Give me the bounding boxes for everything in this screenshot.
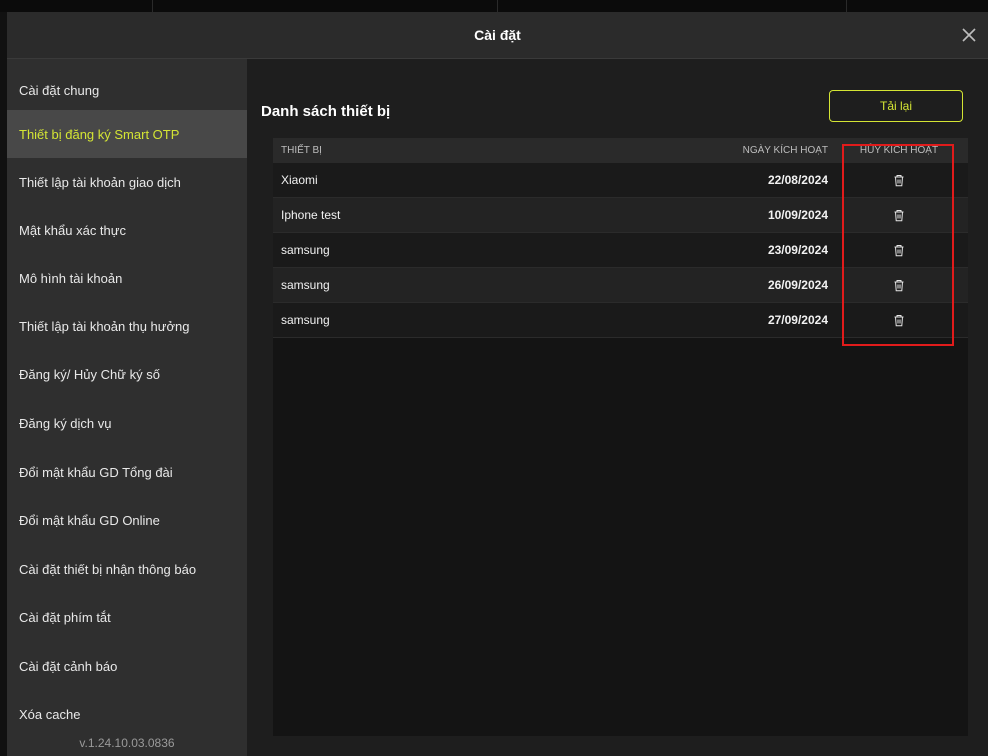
column-header-activation-date: NGÀY KÍCH HOẠT <box>742 145 828 156</box>
column-header-device: THIẾT BỊ <box>281 145 322 156</box>
device-name: samsung <box>281 243 330 257</box>
sidebar-item-digital-signature[interactable]: Đăng ký/ Hủy Chữ ký số <box>7 350 247 398</box>
table-row: samsung 27/09/2024 <box>273 303 968 338</box>
sidebar-item-label: Cài đặt cảnh báo <box>19 658 118 674</box>
sidebar-item-label: Mật khẩu xác thực <box>19 222 126 238</box>
main-content: Danh sách thiết bị Tải lại THIẾT BỊ NGÀY… <box>247 59 988 756</box>
sidebar-item-label: Đổi mật khẩu GD Online <box>19 512 160 528</box>
activation-date: 10/09/2024 <box>767 208 828 222</box>
sidebar-item-service-registration[interactable]: Đăng ký dịch vụ <box>7 399 247 447</box>
settings-sidebar: Cài đặt chung Thiết bị đăng ký Smart OTP… <box>7 59 247 756</box>
trash-icon <box>894 315 904 327</box>
deactivate-button[interactable] <box>845 233 953 268</box>
table-row: Iphone test 10/09/2024 <box>273 198 968 233</box>
table-header: THIẾT BỊ NGÀY KÍCH HOẠT HỦY KÍCH HOẠT <box>273 138 968 163</box>
sidebar-item-label: Đăng ký/ Hủy Chữ ký số <box>19 366 160 382</box>
activation-date: 26/09/2024 <box>767 278 828 292</box>
sidebar-item-label: Đăng ký dịch vụ <box>19 415 112 431</box>
sidebar-item-label: Cài đặt thiết bị nhận thông báo <box>19 561 197 577</box>
table-row: samsung 23/09/2024 <box>273 233 968 268</box>
sidebar-item-label: Thiết bị đăng ký Smart OTP <box>19 126 180 142</box>
table-row: samsung 26/09/2024 <box>273 268 968 303</box>
sidebar-item-label: Mô hình tài khoản <box>19 270 123 286</box>
deactivate-button[interactable] <box>845 303 953 338</box>
sidebar-item-general[interactable]: Cài đặt chung <box>7 66 247 114</box>
sidebar-item-label: Đổi mật khẩu GD Tổng đài <box>19 464 173 480</box>
sidebar-item-label: Xóa cache <box>19 706 81 722</box>
device-name: samsung <box>281 278 330 292</box>
device-table: THIẾT BỊ NGÀY KÍCH HOẠT HỦY KÍCH HOẠT Xi… <box>273 138 968 736</box>
settings-dialog: Cài đặt Cài đặt chung Thiết bị đăng ký S… <box>7 12 988 756</box>
deactivate-button[interactable] <box>845 163 953 198</box>
sidebar-item-alerts[interactable]: Cài đặt cảnh báo <box>7 642 247 690</box>
dialog-header: Cài đặt <box>7 12 988 59</box>
sidebar-item-label: Thiết lập tài khoản giao dịch <box>19 174 181 190</box>
reload-button[interactable]: Tải lại <box>829 90 963 122</box>
close-icon <box>962 28 976 42</box>
sidebar-item-beneficiary-account[interactable]: Thiết lập tài khoản thụ hưởng <box>7 302 247 350</box>
activation-date: 27/09/2024 <box>767 313 828 327</box>
trash-icon <box>894 175 904 187</box>
sidebar-item-shortcuts[interactable]: Cài đặt phím tắt <box>7 593 247 641</box>
close-button[interactable] <box>958 24 980 46</box>
sidebar-item-label: Cài đặt phím tắt <box>19 609 111 625</box>
sidebar-item-label: Thiết lập tài khoản thụ hưởng <box>19 318 190 334</box>
table-row: Xiaomi 22/08/2024 <box>273 163 968 198</box>
trash-icon <box>894 210 904 222</box>
activation-date: 23/09/2024 <box>767 243 828 257</box>
sidebar-item-notification-devices[interactable]: Cài đặt thiết bị nhận thông báo <box>7 545 247 593</box>
sidebar-item-trading-account[interactable]: Thiết lập tài khoản giao dịch <box>7 158 247 206</box>
section-title: Danh sách thiết bị <box>261 103 391 120</box>
sidebar-item-online-password[interactable]: Đổi mật khẩu GD Online <box>7 496 247 544</box>
dialog-title: Cài đặt <box>474 27 521 43</box>
sidebar-item-call-center-password[interactable]: Đổi mật khẩu GD Tổng đài <box>7 448 247 496</box>
deactivate-button[interactable] <box>845 268 953 303</box>
deactivate-button[interactable] <box>845 198 953 233</box>
background-app-strip <box>0 0 988 12</box>
trash-icon <box>894 245 904 257</box>
activation-date: 22/08/2024 <box>767 173 828 187</box>
sidebar-item-label: Cài đặt chung <box>19 82 100 98</box>
sidebar-item-account-model[interactable]: Mô hình tài khoản <box>7 254 247 302</box>
column-header-deactivate: HỦY KÍCH HOẠT <box>859 145 939 156</box>
sidebar-item-smart-otp-devices[interactable]: Thiết bị đăng ký Smart OTP <box>7 110 247 158</box>
device-name: Xiaomi <box>281 173 318 187</box>
sidebar-item-clear-cache[interactable]: Xóa cache <box>7 690 247 738</box>
sidebar-item-auth-password[interactable]: Mật khẩu xác thực <box>7 206 247 254</box>
trash-icon <box>894 280 904 292</box>
version-label: v.1.24.10.03.0836 <box>79 736 175 750</box>
device-name: Iphone test <box>281 208 341 222</box>
device-name: samsung <box>281 313 330 327</box>
